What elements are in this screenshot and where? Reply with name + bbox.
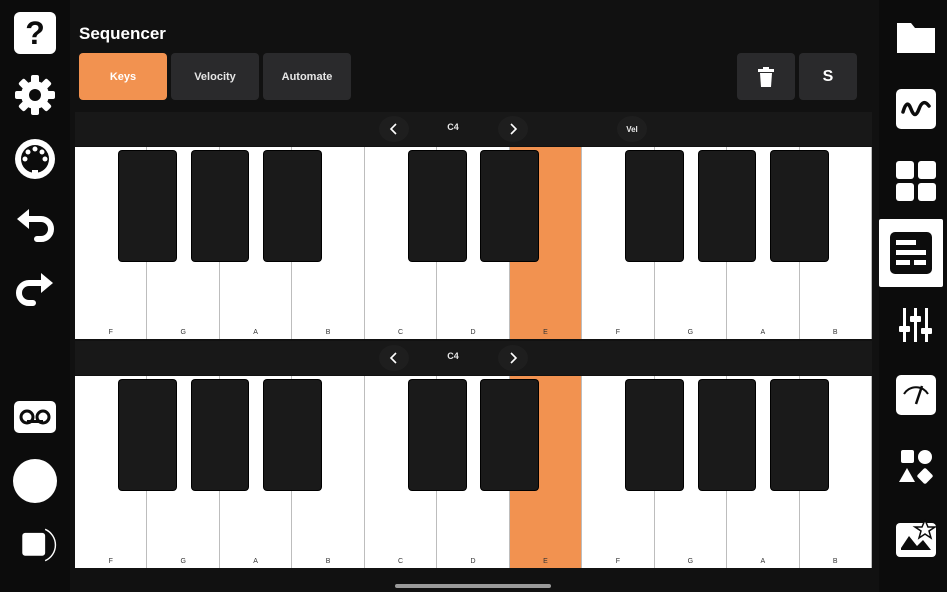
key-label: F (108, 558, 113, 565)
black-key[interactable] (409, 380, 466, 490)
octave-up-button[interactable] (498, 116, 528, 142)
shapes-icon[interactable] (893, 444, 939, 490)
redo-icon[interactable] (12, 264, 58, 310)
upper-keyboard-toolbar: C4 Vel (75, 112, 872, 146)
key-label: D (470, 329, 476, 336)
octave-up-button[interactable] (498, 345, 528, 371)
tab-velocity[interactable]: Velocity (171, 53, 259, 100)
midi-port-icon[interactable] (12, 136, 58, 182)
velocity-button[interactable]: Vel (617, 116, 647, 142)
black-key[interactable] (698, 380, 756, 490)
key-label: D (470, 558, 476, 565)
tab-automate[interactable]: Automate (263, 53, 351, 100)
home-indicator (395, 584, 551, 588)
key-label: B (832, 558, 838, 565)
lower-piano-keyboard: FGABCDEFGAB (75, 376, 872, 568)
key-label: B (325, 329, 331, 336)
delete-button[interactable] (737, 53, 795, 100)
lower-keyboard-toolbar: C4 (75, 341, 872, 375)
chevron-right-icon (510, 123, 518, 135)
black-key[interactable] (409, 151, 466, 261)
trash-icon (758, 66, 774, 87)
key-label: A (253, 329, 258, 336)
black-key[interactable] (771, 380, 828, 490)
settings-gear-icon[interactable] (12, 72, 58, 118)
stop-button-icon[interactable] (12, 522, 58, 568)
black-key[interactable] (119, 380, 176, 490)
key-label: B (832, 329, 838, 336)
black-key[interactable] (626, 151, 683, 261)
octave-label: C4 (447, 351, 459, 361)
key-label: G (180, 558, 186, 565)
upper-piano-keyboard: FGABCDEFGAB (75, 147, 872, 339)
key-label: C (398, 329, 404, 336)
key-label: G (687, 558, 694, 565)
key-label: F (615, 558, 621, 565)
black-key[interactable] (771, 151, 828, 261)
key-label: A (760, 558, 766, 565)
left-toolbar: ? (0, 0, 70, 592)
octave-label: C4 (447, 122, 459, 132)
undo-icon[interactable] (12, 200, 58, 246)
key-label: E (543, 558, 548, 565)
key-label: F (108, 329, 113, 336)
chevron-left-icon (389, 123, 397, 135)
app-root: ? Sequencer Keys Velocity Automate S C4 … (0, 0, 947, 592)
key-label: B (325, 558, 331, 565)
waveform-icon[interactable] (893, 86, 939, 132)
black-key[interactable] (191, 151, 249, 261)
right-toolbar (879, 0, 947, 592)
folder-icon[interactable] (893, 14, 939, 60)
chevron-left-icon (389, 352, 397, 364)
star-image-icon[interactable] (893, 516, 939, 562)
octave-down-button[interactable] (379, 116, 409, 142)
mixer-sliders-icon[interactable] (893, 302, 939, 348)
black-key[interactable] (191, 380, 249, 490)
octave-down-button[interactable] (379, 345, 409, 371)
meter-gauge-icon[interactable] (893, 372, 939, 418)
chevron-right-icon (510, 352, 518, 364)
key-label: F (615, 329, 621, 336)
black-key[interactable] (698, 151, 756, 261)
black-key[interactable] (264, 151, 321, 261)
grid-pads-icon[interactable] (893, 158, 939, 204)
svg-text:?: ? (25, 15, 45, 51)
tape-recorder-icon[interactable] (12, 394, 58, 440)
keyboard-sequencer-icon[interactable] (879, 219, 943, 287)
key-label: C (398, 558, 404, 565)
tab-keys[interactable]: Keys (79, 53, 167, 100)
black-key[interactable] (119, 151, 176, 261)
key-label: G (687, 329, 694, 336)
black-key[interactable] (264, 380, 321, 490)
key-label: G (180, 329, 186, 336)
record-button-icon[interactable] (12, 458, 58, 504)
black-key[interactable] (626, 380, 683, 490)
page-title: Sequencer (79, 24, 166, 43)
key-label: A (760, 329, 766, 336)
key-label: A (253, 558, 258, 565)
key-label: E (543, 329, 548, 336)
black-key[interactable] (481, 380, 538, 490)
help-icon[interactable]: ? (12, 10, 58, 56)
black-key[interactable] (481, 151, 538, 261)
s-button[interactable]: S (799, 53, 857, 100)
